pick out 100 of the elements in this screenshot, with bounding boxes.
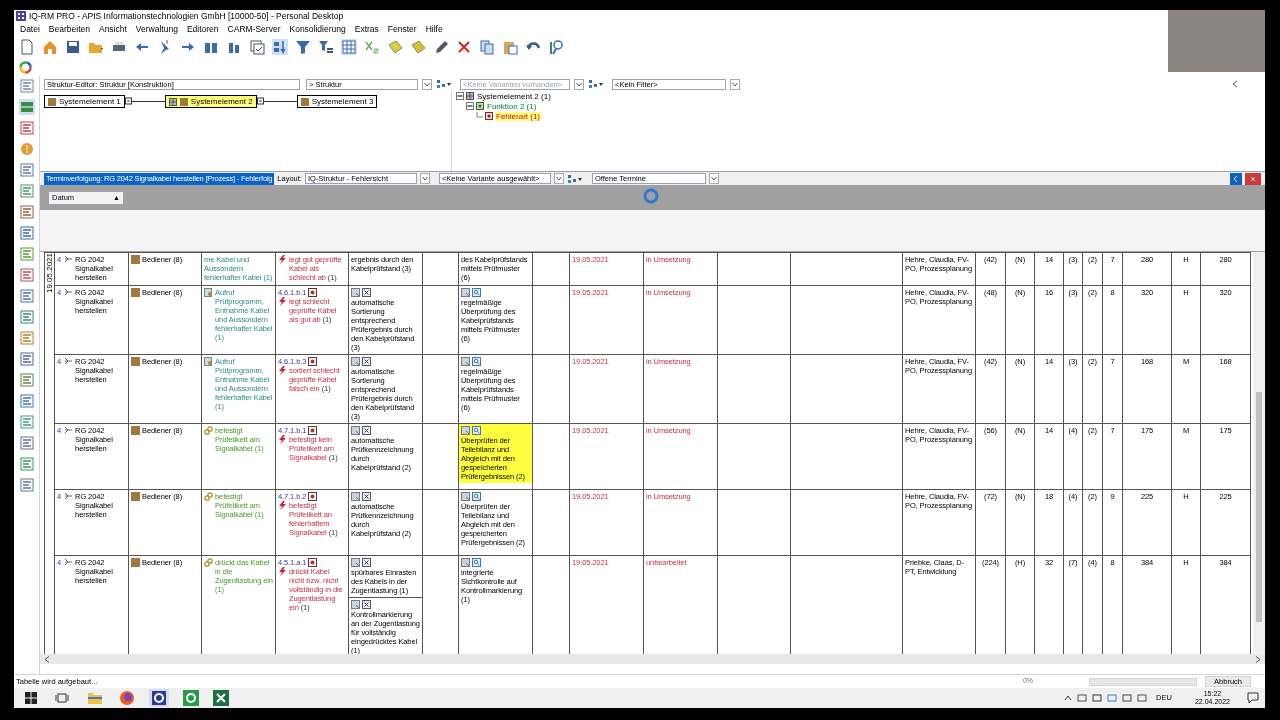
view-icon[interactable] xyxy=(18,393,35,409)
magnifier-box-icon xyxy=(472,492,481,501)
tree-view-icon[interactable] xyxy=(566,173,583,184)
folder-icon[interactable] xyxy=(87,691,103,705)
element-icon xyxy=(48,97,56,106)
tree-item[interactable]: Funktion 2 (1) xyxy=(486,101,538,111)
collapse-panel-icon[interactable] xyxy=(1230,172,1242,185)
tray-icon[interactable] xyxy=(1137,693,1148,703)
view-icon[interactable] xyxy=(18,183,35,199)
menu-item[interactable]: Hilfe xyxy=(425,24,443,34)
magnifier-box-icon xyxy=(472,288,481,297)
filter-list-icon[interactable] xyxy=(318,39,334,55)
cross-box-icon xyxy=(362,288,371,297)
note-icon[interactable] xyxy=(410,39,426,55)
menu-item[interactable]: Verwaltung xyxy=(135,24,178,34)
collapse-icon[interactable] xyxy=(456,92,464,100)
role-icon xyxy=(131,255,140,264)
view-icon[interactable] xyxy=(18,288,35,304)
dropdown-arrow-icon[interactable] xyxy=(708,173,719,184)
diagram-node[interactable]: Systemelement 2 xyxy=(164,95,257,108)
spreadsheet-icon[interactable] xyxy=(213,690,229,706)
window-title: IQ-RM PRO - APIS Informationstechnologien GmbH [10000-50] - Personal Desktop xyxy=(29,11,344,21)
tray-icon[interactable] xyxy=(1122,693,1133,703)
view-icon[interactable] xyxy=(18,162,35,178)
menu-item[interactable]: Extras xyxy=(354,24,379,34)
vertical-scrollbar[interactable] xyxy=(1253,252,1265,654)
view-icon[interactable] xyxy=(18,120,35,136)
diagram-node[interactable]: Systemelement 1 xyxy=(44,95,125,108)
close-icon[interactable] xyxy=(1245,172,1261,185)
dropdown-arrow-icon[interactable] xyxy=(419,173,430,184)
view-icon[interactable] xyxy=(18,435,35,451)
view-icon[interactable] xyxy=(18,204,35,220)
cross-box-icon xyxy=(362,600,371,609)
home-icon[interactable] xyxy=(42,39,58,55)
view-icon[interactable] xyxy=(18,246,35,262)
menu-item[interactable]: Konsolidierung xyxy=(289,24,346,34)
diagram-node[interactable]: Systemelement 3 xyxy=(296,95,378,108)
view-icon[interactable] xyxy=(18,267,35,283)
task-view-icon[interactable] xyxy=(55,692,69,704)
subscript-icon[interactable] xyxy=(364,39,380,55)
tree-item[interactable]: Systemelement 2 (1) xyxy=(476,91,552,101)
copy-icon[interactable] xyxy=(479,39,495,55)
windows-start-icon[interactable] xyxy=(25,692,37,704)
delete-icon[interactable] xyxy=(456,39,472,55)
link-icon xyxy=(476,102,484,110)
view-icon[interactable] xyxy=(18,225,35,241)
view-icon[interactable] xyxy=(18,309,35,325)
notification-icon[interactable] xyxy=(1247,692,1259,704)
note-icon[interactable] xyxy=(387,39,403,55)
tray-icon[interactable] xyxy=(1092,693,1103,703)
menu-item[interactable]: Datei xyxy=(20,24,40,34)
color-ring-icon[interactable] xyxy=(19,60,32,74)
search-person-icon[interactable] xyxy=(548,39,564,55)
tray-icon[interactable] xyxy=(1107,693,1118,703)
document-icon xyxy=(461,492,470,501)
connector-drawing xyxy=(124,95,165,108)
view-icon[interactable] xyxy=(18,372,35,388)
pencil-icon[interactable] xyxy=(433,39,449,55)
cross-box-icon xyxy=(362,492,371,501)
tray-icon[interactable] xyxy=(1077,693,1088,703)
view-icon[interactable] xyxy=(18,330,35,346)
collapse-icon[interactable] xyxy=(466,102,474,110)
browser-icon[interactable] xyxy=(119,690,135,706)
cross-box-icon xyxy=(362,558,371,567)
document-icon xyxy=(351,357,360,366)
process-icon xyxy=(64,426,74,435)
failure-mark-icon xyxy=(308,357,318,366)
paste-icon[interactable] xyxy=(502,39,518,55)
menu-item[interactable]: Bearbeiten xyxy=(48,24,90,34)
checklist-icon[interactable] xyxy=(249,39,265,55)
function-icon xyxy=(204,357,213,366)
element-icon xyxy=(300,97,309,106)
menu-item[interactable]: Ansicht xyxy=(98,24,127,34)
filter-icon[interactable] xyxy=(295,39,311,55)
view-icon[interactable] xyxy=(18,477,35,493)
menu-item[interactable]: Fenster xyxy=(387,24,417,34)
chevron-up-icon[interactable] xyxy=(1064,695,1073,701)
sort-icon[interactable] xyxy=(272,39,288,55)
help-icon[interactable] xyxy=(18,141,35,157)
view-icon[interactable] xyxy=(18,414,35,430)
menu-item[interactable]: Editoren xyxy=(186,24,219,34)
tree-view-icon[interactable] xyxy=(436,79,452,89)
document-icon xyxy=(461,426,470,435)
tree-item[interactable]: Fehlerart (1) xyxy=(495,111,541,121)
save-icon[interactable] xyxy=(65,39,81,55)
menu-item[interactable]: CARM-Server xyxy=(227,24,281,34)
magnifier-box-icon xyxy=(472,357,481,366)
table-icon[interactable] xyxy=(341,39,357,55)
document-icon xyxy=(351,492,360,501)
view-icon[interactable] xyxy=(18,78,35,94)
scroll-left-icon[interactable] xyxy=(1231,80,1239,88)
new-document-icon[interactable] xyxy=(19,39,35,55)
lightning-icon xyxy=(278,435,287,444)
horizontal-scrollbar[interactable] xyxy=(40,654,1265,664)
view-icon[interactable] xyxy=(18,456,35,472)
tree-view-icon[interactable] xyxy=(588,79,604,89)
view-icon[interactable] xyxy=(18,99,35,115)
dropdown-arrow-icon[interactable] xyxy=(553,173,564,184)
view-icon[interactable] xyxy=(18,351,35,367)
function-icon xyxy=(204,558,213,567)
